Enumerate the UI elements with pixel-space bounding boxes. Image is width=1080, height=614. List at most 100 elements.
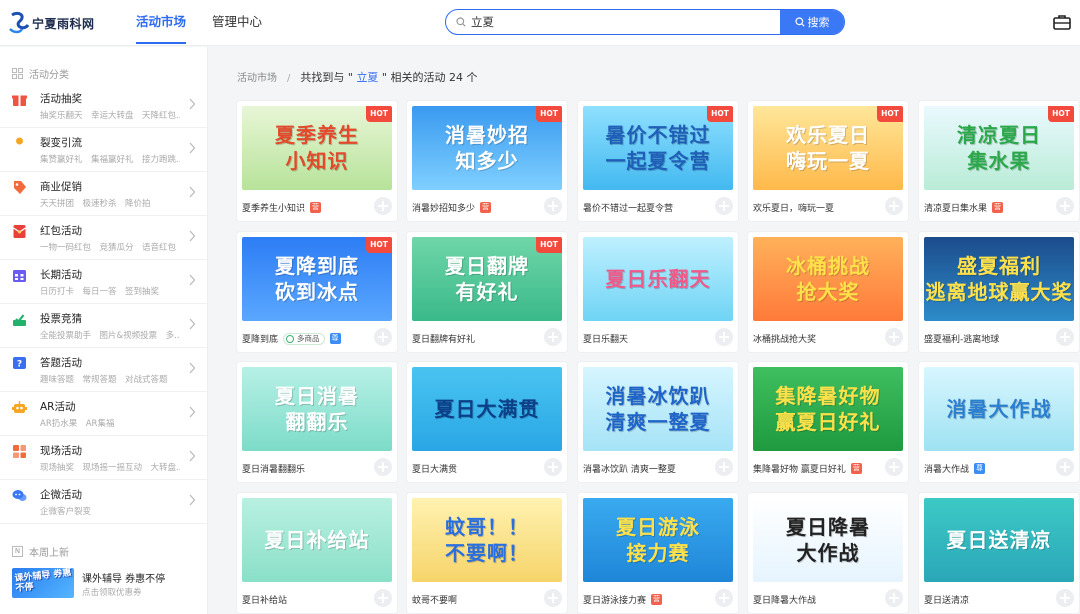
card-thumbnail: 夏日游泳 接力赛: [583, 498, 733, 582]
activity-card[interactable]: 清凉夏日 集水果 HOT 清凉夏日集水果营: [919, 101, 1079, 221]
card-thumbnail: 冰桶挑战 抢大奖: [753, 237, 903, 321]
activity-card[interactable]: 消暑冰饮趴 清爽一整夏 消暑冰饮趴 清爽一整夏: [578, 362, 738, 482]
activity-card[interactable]: 夏日翻牌 有好礼 HOT 夏日翻牌有好礼: [407, 232, 567, 352]
sidebar-category-item[interactable]: 裂变引流 集赞赢好礼 集福赢好礼 接力跑跳...: [0, 128, 208, 172]
new-item-subtitle: 点击领取优惠券: [82, 588, 142, 598]
card-thumbnail-art: 夏日翻牌 有好礼: [445, 254, 529, 304]
activity-card[interactable]: 夏日补给站 夏日补给站: [237, 493, 397, 613]
sidebar-category-item[interactable]: ? 答题活动 趣味答题 常规答题 对战式答题: [0, 348, 208, 392]
add-icon[interactable]: [374, 589, 392, 607]
card-name-row: 夏降到底 多商品尊: [242, 332, 341, 345]
add-icon[interactable]: [544, 458, 562, 476]
activity-card[interactable]: 消暑妙招 知多少 HOT 消暑妙招知多少营: [407, 101, 567, 221]
add-icon[interactable]: [715, 197, 733, 215]
card-name-row: 夏日补给站: [242, 593, 287, 606]
card-name-row: 欢乐夏日，嗨玩一夏: [753, 201, 834, 214]
add-icon[interactable]: [715, 589, 733, 607]
card-name-row: 夏日翻牌有好礼: [412, 332, 475, 345]
add-icon[interactable]: [374, 458, 392, 476]
add-icon[interactable]: [715, 328, 733, 346]
grid-icon: [13, 445, 26, 458]
card-title: 消暑大作战: [924, 465, 970, 475]
card-title: 夏日乐翻天: [583, 335, 629, 345]
add-icon[interactable]: [885, 197, 903, 215]
chevron-right-icon: [189, 406, 196, 418]
sidebar-category-item[interactable]: AR活动 AR扔水果 AR集福: [0, 392, 208, 436]
category-subitems: 抽奖乐翻天 幸运大转盘 天降红包...: [40, 111, 180, 121]
activity-card[interactable]: 夏日消暑 翻翻乐 夏日消暑翻翻乐: [237, 362, 397, 482]
add-icon[interactable]: [1056, 328, 1074, 346]
add-icon[interactable]: [885, 589, 903, 607]
card-name-row: 夏日大满贯: [412, 462, 457, 475]
hot-badge: HOT: [536, 106, 562, 122]
activity-card[interactable]: 夏日乐翻天 夏日乐翻天: [578, 232, 738, 352]
activity-card[interactable]: 蚊哥！！ 不要啊！ 蚊哥不要啊: [407, 493, 567, 613]
card-name-row: 夏日降暑大作战: [753, 593, 816, 606]
card-thumbnail-art: 清凉夏日 集水果: [957, 123, 1041, 173]
new-item-thumbnail: 课外辅导 券惠不停: [12, 568, 74, 598]
add-icon[interactable]: [1056, 589, 1074, 607]
add-icon[interactable]: [374, 197, 392, 215]
activity-card[interactable]: 欢乐夏日 嗨玩一夏 HOT 欢乐夏日，嗨玩一夏: [748, 101, 908, 221]
add-icon[interactable]: [885, 458, 903, 476]
main-nav: 活动市场 管理中心: [136, 0, 288, 46]
card-title: 欢乐夏日，嗨玩一夏: [753, 204, 835, 214]
card-thumbnail-art: 夏日乐翻天: [605, 267, 711, 291]
activity-card[interactable]: 夏日游泳 接力赛夏日游泳接力赛营: [578, 493, 738, 613]
site-logo[interactable]: 宁夏雨科网: [8, 9, 95, 37]
add-icon[interactable]: [715, 458, 733, 476]
card-thumbnail: 夏日乐翻天: [583, 237, 733, 321]
sidebar-category-item[interactable]: 活动抽奖 抽奖乐翻天 幸运大转盘 天降红包...: [0, 84, 208, 128]
marketing-badge: 营: [850, 463, 862, 474]
marketing-badge: 营: [651, 594, 663, 605]
card-thumbnail-art: 消暑冰饮趴 清爽一整夏: [605, 384, 711, 434]
hot-badge: HOT: [366, 237, 392, 253]
breadcrumb-root[interactable]: 活动市场: [237, 73, 277, 84]
sidebar-category-item[interactable]: 企微活动 企微客户裂变: [0, 480, 208, 524]
activity-card[interactable]: 夏季养生 小知识 HOT 夏季养生小知识营: [237, 101, 397, 221]
new-item[interactable]: 课外辅导 券惠不停 课外辅导 券惠不停 点击领取优惠券: [12, 568, 202, 598]
activity-card[interactable]: 消暑大作战 消暑大作战尊: [919, 362, 1079, 482]
search-field-icon: [446, 10, 468, 34]
card-thumbnail-art: 夏降到底 砍到冰点: [275, 254, 359, 304]
search-button[interactable]: 搜索: [780, 10, 844, 34]
add-icon[interactable]: [374, 328, 392, 346]
breadcrumb-separator: /: [287, 73, 291, 84]
add-icon[interactable]: [544, 328, 562, 346]
chevron-right-icon: [189, 142, 196, 154]
category-subitems: 现场抽奖 现场摇一摇互动 大转盘...: [40, 463, 180, 473]
add-icon[interactable]: [544, 589, 562, 607]
add-icon[interactable]: [544, 197, 562, 215]
card-title: 夏日补给站: [242, 596, 288, 606]
activity-card[interactable]: 夏降到底 砍到冰点 HOT 夏降到底 多商品尊: [237, 232, 397, 352]
chevron-right-icon: [189, 274, 196, 286]
sidebar-category-item[interactable]: 现场活动 现场抽奖 现场摇一摇互动 大转盘...: [0, 436, 208, 480]
activity-card[interactable]: 盛夏福利 逃离地球赢大奖 盛夏福利-逃离地球: [919, 232, 1079, 352]
activity-card[interactable]: 集降暑好物 赢夏日好礼 集降暑好物 赢夏日好礼营: [748, 362, 908, 482]
activity-card[interactable]: 夏日降暑 大作战 夏日降暑大作战: [748, 493, 908, 613]
category-title: AR活动: [40, 401, 76, 413]
activity-card[interactable]: 冰桶挑战 抢大奖 冰桶挑战抢大奖: [748, 232, 908, 352]
sidebar-category-item[interactable]: 红包活动 一物一码红包 竞猜瓜分 语音红包: [0, 216, 208, 260]
category-grid-icon: [12, 68, 23, 79]
briefcase-icon[interactable]: [1053, 14, 1071, 30]
card-title: 夏季养生小知识: [242, 204, 306, 214]
sidebar-category-item[interactable]: 商业促销 天天拼团 极速秒杀 降价拍: [0, 172, 208, 216]
add-icon[interactable]: [1056, 197, 1074, 215]
search-input[interactable]: [468, 10, 780, 34]
marketing-badge: 营: [480, 202, 492, 213]
sidebar-category-item[interactable]: 投票竞猜 全能投票助手 图片&视频投票 多...: [0, 304, 208, 348]
nav-management-center[interactable]: 管理中心: [212, 0, 262, 46]
sidebar-category-item[interactable]: 长期活动 日历打卡 每日一答 签到抽奖: [0, 260, 208, 304]
nav-activity-market[interactable]: 活动市场: [136, 0, 187, 46]
card-name-row: 夏日游泳接力赛营: [583, 593, 663, 606]
add-icon[interactable]: [885, 328, 903, 346]
activity-card[interactable]: 夏日大满贯 夏日大满贯: [407, 362, 567, 482]
activity-card[interactable]: 暑价不错过 一起夏令营 HOT 暑价不错过一起夏令营: [578, 101, 738, 221]
category-subitems: 一物一码红包 竞猜瓜分 语音红包: [40, 243, 177, 253]
add-icon[interactable]: [1056, 458, 1074, 476]
card-thumbnail-art: 暑价不错过 一起夏令营: [605, 123, 711, 173]
activity-card[interactable]: 夏日送清凉 夏日送清凉: [919, 493, 1079, 613]
card-thumbnail: 夏日翻牌 有好礼 HOT: [412, 237, 562, 321]
chevron-right-icon: [189, 98, 196, 110]
